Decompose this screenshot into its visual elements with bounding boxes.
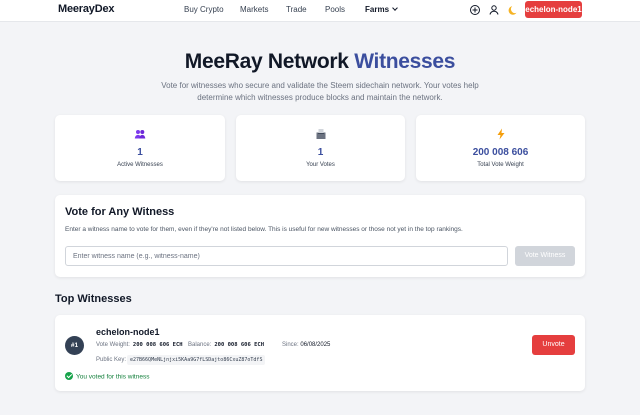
stat-value: 200 008 606 xyxy=(472,147,529,158)
chevron-down-icon xyxy=(392,5,398,11)
page-title: MeeRay Network Witnesses xyxy=(0,50,640,74)
brand-logo[interactable]: MeerayDex xyxy=(58,3,114,15)
public-key-label: Public Key: xyxy=(96,357,127,363)
stat-value: 1 xyxy=(137,147,143,158)
nav-markets[interactable]: Markets xyxy=(240,5,268,14)
stat-card-total-vote-weight: 200 008 606 Total Vote Weight xyxy=(416,115,585,181)
vote-weight-label: Vote Weight: xyxy=(96,342,130,348)
balance-label: Balance: xyxy=(188,342,212,348)
lightning-icon xyxy=(416,127,585,145)
page-title-accent: Witnesses xyxy=(354,50,456,73)
top-navbar: MeerayDex Buy Crypto Markets Trade Pools… xyxy=(0,0,640,22)
stat-card-active-witnesses: 1 Active Witnesses xyxy=(55,115,225,181)
since: Since: 06/08/2025 xyxy=(282,342,330,348)
plus-circle-icon[interactable] xyxy=(469,4,481,16)
stat-label: Your Votes xyxy=(306,162,335,168)
page-subtitle: Vote for witnesses who secure and valida… xyxy=(161,81,479,102)
witness-name-input[interactable] xyxy=(65,246,508,266)
vote-any-witness-card: Vote for Any Witness Enter a witness nam… xyxy=(55,195,585,277)
top-witnesses-title: Top Witnesses xyxy=(55,293,132,305)
witness-card: #1 echelon-node1 Vote Weight: 200 008 606… xyxy=(55,315,585,391)
ballot-box-icon xyxy=(236,127,405,145)
since-label: Since: xyxy=(282,342,299,348)
vote-card-title: Vote for Any Witness xyxy=(65,206,175,218)
vote-witness-button[interactable]: Vote Witness xyxy=(515,246,575,266)
page-title-main: MeeRay Network xyxy=(184,50,349,73)
stat-value: 1 xyxy=(317,147,324,158)
account-button[interactable]: echelon-node1 xyxy=(525,1,582,18)
nav-trade[interactable]: Trade xyxy=(286,5,307,14)
check-circle-icon xyxy=(65,372,73,380)
unvote-button[interactable]: Unvote xyxy=(532,335,575,355)
voted-status-text: You voted for this witness xyxy=(76,373,150,381)
stat-label: Active Witnesses xyxy=(117,162,163,168)
witness-name: echelon-node1 xyxy=(96,327,160,337)
users-icon xyxy=(55,127,225,145)
vote-weight-value: 200 008 606 ECH xyxy=(132,342,183,348)
nav-buy-crypto[interactable]: Buy Crypto xyxy=(184,5,224,14)
since-value: 06/08/2025 xyxy=(300,342,331,348)
rank-badge: #1 xyxy=(65,336,84,355)
nav-farms-label: Farms xyxy=(365,5,390,14)
balance: Balance: 200 008 606 ECH xyxy=(188,342,264,348)
user-icon[interactable] xyxy=(488,4,500,16)
balance-value: 200 008 606 ECH xyxy=(214,342,265,348)
nav-farms[interactable]: Farms xyxy=(365,5,398,14)
voted-status: You voted for this witness xyxy=(65,372,150,381)
public-key-value: e27B66QMeNLjnjxi5KAa9G7fLSDajto86CxuZ87o… xyxy=(127,355,266,365)
vote-weight: Vote Weight: 200 008 606 ECH xyxy=(96,342,183,348)
vote-card-description: Enter a witness name to vote for them, e… xyxy=(65,226,463,233)
nav-pools[interactable]: Pools xyxy=(325,5,345,14)
moon-icon[interactable] xyxy=(508,4,520,16)
stat-label: Total Vote Weight xyxy=(477,162,524,168)
stat-card-your-votes: 1 Your Votes xyxy=(236,115,405,181)
